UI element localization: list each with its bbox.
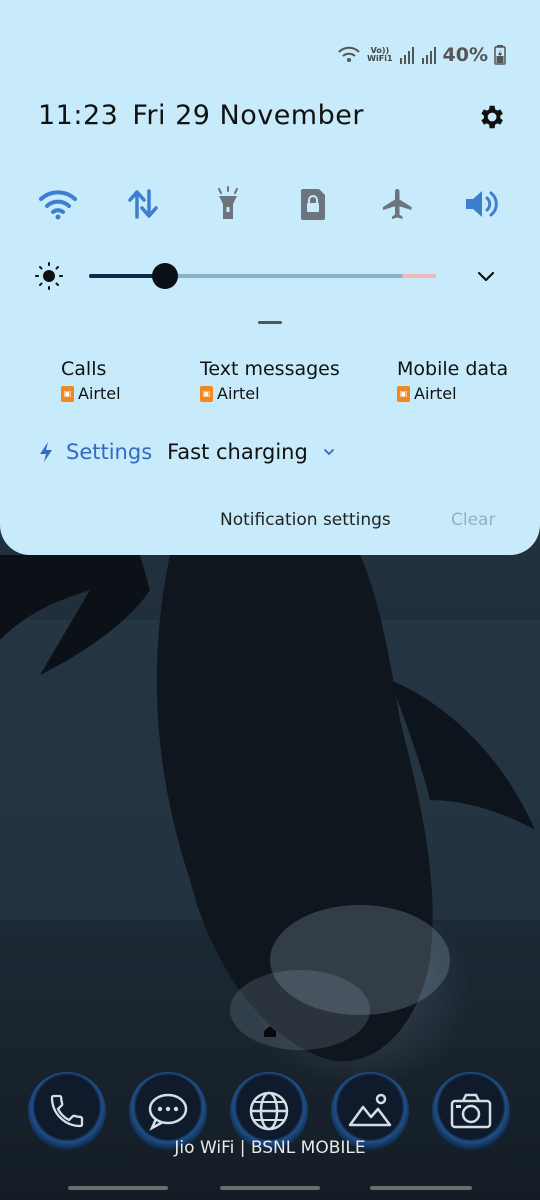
date-time: 11:23 Fri 29 November — [38, 100, 378, 131]
signal-icon — [399, 47, 414, 64]
sim-icon: ▣ — [397, 385, 410, 402]
airplane-tile[interactable] — [376, 182, 420, 226]
sound-tile[interactable] — [460, 182, 504, 226]
phone-icon — [50, 1094, 84, 1128]
notification-settings-button[interactable]: Notification settings — [220, 510, 391, 530]
home-button[interactable] — [220, 1186, 320, 1190]
sim-lock-icon — [301, 189, 325, 220]
mobile-data-icon — [128, 189, 158, 219]
torch-tile[interactable] — [206, 182, 250, 226]
recents-button[interactable] — [68, 1186, 168, 1190]
wifi-icon — [39, 190, 77, 220]
brightness-control — [34, 258, 504, 294]
sim-title: Calls — [61, 358, 107, 380]
brightness-slider[interactable] — [89, 263, 436, 289]
charging-notification[interactable]: Settings Fast charging — [38, 440, 336, 464]
charging-status: Fast charging — [167, 440, 308, 464]
sim-icon: ▣ — [61, 385, 74, 402]
sun-icon — [35, 262, 63, 290]
gear-icon[interactable] — [476, 102, 506, 132]
mobile-data-tile[interactable] — [121, 182, 165, 226]
volte-indicator: Vo)) WiFi1 — [367, 46, 393, 63]
carrier-name: Airtel — [78, 384, 121, 403]
signal-icon — [421, 47, 436, 64]
quick-tiles — [36, 182, 506, 226]
quick-panel: Vo)) WiFi1 40% 11:23 Fri 29 November Cal… — [0, 0, 540, 555]
clear-button[interactable]: Clear — [451, 510, 495, 530]
back-button[interactable] — [370, 1186, 472, 1190]
carrier-name: Airtel — [414, 384, 457, 403]
brightness-thumb[interactable] — [152, 263, 178, 289]
battery-percentage: 40% — [442, 44, 488, 66]
browser-icon — [249, 1091, 289, 1131]
airplane-icon — [383, 189, 412, 219]
brightness-high-zone — [402, 274, 436, 278]
drag-handle[interactable] — [258, 321, 282, 324]
chevron-down-icon[interactable] — [322, 445, 336, 459]
battery-icon — [494, 45, 506, 65]
messages-icon — [148, 1093, 188, 1131]
torch-icon — [218, 186, 238, 219]
sim-title: Text messages — [200, 358, 340, 380]
wifi-calling-icon — [338, 46, 360, 62]
carrier-label: Jio WiFi | BSNL MOBILE — [174, 1138, 366, 1158]
settings-link[interactable]: Settings — [66, 440, 152, 464]
sim-lock-tile[interactable] — [291, 182, 335, 226]
sim-selection: Calls ▣ Airtel Text messages ▣ Airtel Mo… — [0, 358, 540, 408]
sim-title: Mobile data — [397, 358, 509, 380]
chevron-down-icon[interactable] — [474, 264, 498, 288]
sim-carrier: ▣ Airtel — [200, 384, 340, 403]
date: Fri 29 November — [132, 100, 364, 131]
sim-mobile-data[interactable]: Mobile data ▣ Airtel — [397, 358, 508, 403]
sim-calls[interactable]: Calls ▣ Airtel — [61, 358, 121, 403]
sim-carrier: ▣ Airtel — [397, 384, 508, 403]
sim-icon: ▣ — [200, 385, 213, 402]
clock: 11:23 — [38, 100, 119, 131]
gallery-icon — [348, 1093, 392, 1127]
sim-carrier: ▣ Airtel — [61, 384, 121, 403]
wifi-tile[interactable] — [36, 182, 80, 226]
camera-icon — [450, 1093, 492, 1129]
home-page-indicator-icon — [264, 1026, 276, 1037]
carrier-name: Airtel — [217, 384, 260, 403]
status-bar: Vo)) WiFi1 40% — [337, 44, 506, 66]
sim-text-messages[interactable]: Text messages ▣ Airtel — [200, 358, 340, 403]
bolt-icon — [40, 442, 52, 462]
sound-icon — [466, 191, 498, 217]
